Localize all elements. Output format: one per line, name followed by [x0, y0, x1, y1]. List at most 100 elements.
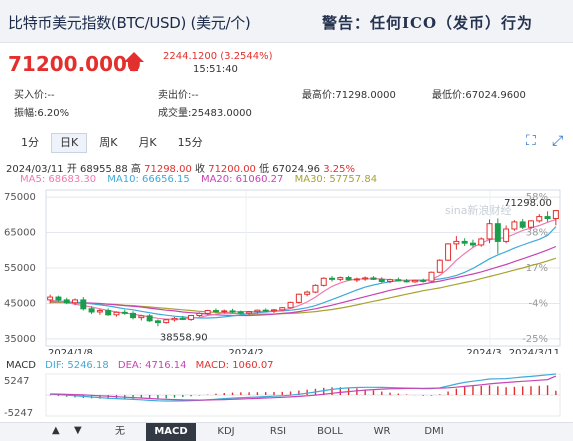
candle-body: [478, 238, 485, 246]
candle-body: [279, 307, 286, 311]
macd-chart[interactable]: 5247 -5247: [0, 370, 573, 422]
tab-rsi[interactable]: RSI: [252, 423, 304, 441]
candle-body: [469, 242, 476, 246]
pct-tick-label: -25%: [522, 334, 548, 345]
candle-body: [262, 309, 269, 312]
candle-body: [295, 293, 302, 303]
candle-body: [72, 299, 79, 304]
tab-dmi[interactable]: DMI: [408, 423, 460, 441]
tab-kdj[interactable]: KDJ: [200, 423, 252, 441]
tab-wr[interactable]: WR: [356, 423, 408, 441]
candle-body: [353, 278, 360, 281]
candle-body: [270, 309, 277, 312]
macd-tick-label: 5247: [4, 376, 29, 387]
ma5-line: [50, 218, 557, 320]
ma30-label: MA30: 57757.84: [294, 174, 378, 185]
candle-body: [179, 317, 186, 320]
candle-body: [387, 279, 394, 282]
candle-body: [403, 280, 410, 283]
y-tick-label: 45000: [4, 298, 36, 309]
tab-macd[interactable]: MACD: [146, 423, 196, 441]
candle-body: [304, 291, 311, 295]
candle-body: [146, 315, 153, 322]
candle-body: [378, 278, 385, 282]
tab-none[interactable]: 无: [95, 423, 145, 441]
candle-body: [536, 216, 543, 222]
scroll-down-arrow[interactable]: ▼: [74, 425, 82, 436]
pct-tick-label: 17%: [526, 263, 548, 274]
low-price: 最低价:67024.9600: [432, 90, 526, 101]
min-price-label: 38558.90: [160, 332, 208, 343]
candle-body: [337, 277, 344, 280]
macd-tick-label: -5247: [4, 408, 33, 419]
x-axis-label: 2024/1/8: [48, 348, 93, 354]
candle-body: [345, 277, 352, 281]
candle-body: [503, 228, 510, 242]
candle-body: [246, 311, 253, 314]
candle-body: [188, 315, 195, 320]
amplitude: 振幅:6.20%: [14, 108, 70, 119]
volume: 成交量:25483.0000: [158, 108, 252, 119]
candle-body: [461, 240, 468, 244]
candle-body: [320, 277, 327, 286]
tab-15min[interactable]: 15分: [169, 133, 212, 153]
candle-body: [80, 299, 87, 310]
candle-body: [237, 311, 244, 314]
y-tick-label: 35000: [4, 334, 36, 345]
candle-body: [63, 299, 70, 304]
candle-body: [428, 271, 435, 282]
candle-body: [362, 277, 369, 280]
pct-tick-label: -4%: [529, 298, 548, 309]
candle-body: [171, 317, 178, 321]
candle-body: [395, 279, 402, 282]
candle-body: [212, 310, 219, 313]
tab-monthly-k[interactable]: 月K: [129, 133, 165, 153]
ma10-label: MA10: 66656.15: [107, 174, 190, 185]
quote-time: 15:51:40: [193, 64, 238, 75]
candle-body: [47, 296, 54, 301]
candle-body: [229, 310, 236, 313]
candle-body: [154, 320, 161, 324]
candle-body: [494, 223, 501, 242]
ma20-line: [50, 245, 557, 317]
candle-body: [527, 220, 534, 228]
candle-body: [287, 301, 294, 309]
max-price-label: 71298.00: [504, 198, 552, 209]
tab-daily-k[interactable]: 日K: [51, 133, 88, 153]
candle-body: [370, 277, 377, 280]
y-tick-label: 55000: [4, 263, 36, 274]
tab-1min[interactable]: 1分: [12, 133, 48, 153]
candle-body: [312, 284, 319, 293]
scroll-up-arrow[interactable]: ▲: [52, 425, 60, 436]
price-change: 2244.1200 (3.2544%): [163, 51, 273, 62]
candle-body: [544, 216, 551, 220]
current-price: 71200.0000: [8, 52, 141, 76]
candle-body: [486, 223, 493, 240]
candle-body: [329, 277, 336, 280]
ma-legend: MA5: 68683.30 MA10: 66656.15 MA20: 61060…: [20, 174, 385, 185]
tab-weekly-k[interactable]: 周K: [90, 133, 126, 153]
x-axis-label: 2024/3/11: [509, 348, 560, 354]
watermark: sina新浪财经: [445, 203, 512, 217]
candle-body: [96, 310, 103, 313]
candle-body: [453, 240, 460, 245]
candle-body: [420, 279, 427, 282]
period-tabs: 1分 日K 周K 月K 15分: [12, 133, 215, 153]
buy-price: 买入价:--: [14, 90, 55, 101]
candle-body: [196, 312, 203, 317]
fullscreen-icon[interactable]: ⤢: [552, 133, 563, 149]
candle-body: [411, 279, 418, 283]
candle-body: [254, 309, 261, 313]
y-tick-label: 75000: [4, 192, 36, 203]
candle-body: [113, 311, 120, 316]
candle-body: [138, 315, 145, 319]
x-axis-label: 2024/2: [228, 348, 263, 354]
expand-icon[interactable]: ⛶: [526, 133, 536, 149]
candle-body: [445, 243, 452, 261]
candlestick-chart[interactable]: 75000 58%65000 38%55000 17%45000 -4%35000 -25…: [0, 186, 573, 354]
high-price: 最高价:71298.0000: [302, 90, 396, 101]
tab-boll[interactable]: BOLL: [304, 423, 356, 441]
candle-body: [552, 210, 559, 220]
candle-body: [436, 259, 443, 273]
indicator-bar: ▲ ▼ 无 MACD KDJ RSI BOLL WR DMI: [0, 422, 573, 441]
